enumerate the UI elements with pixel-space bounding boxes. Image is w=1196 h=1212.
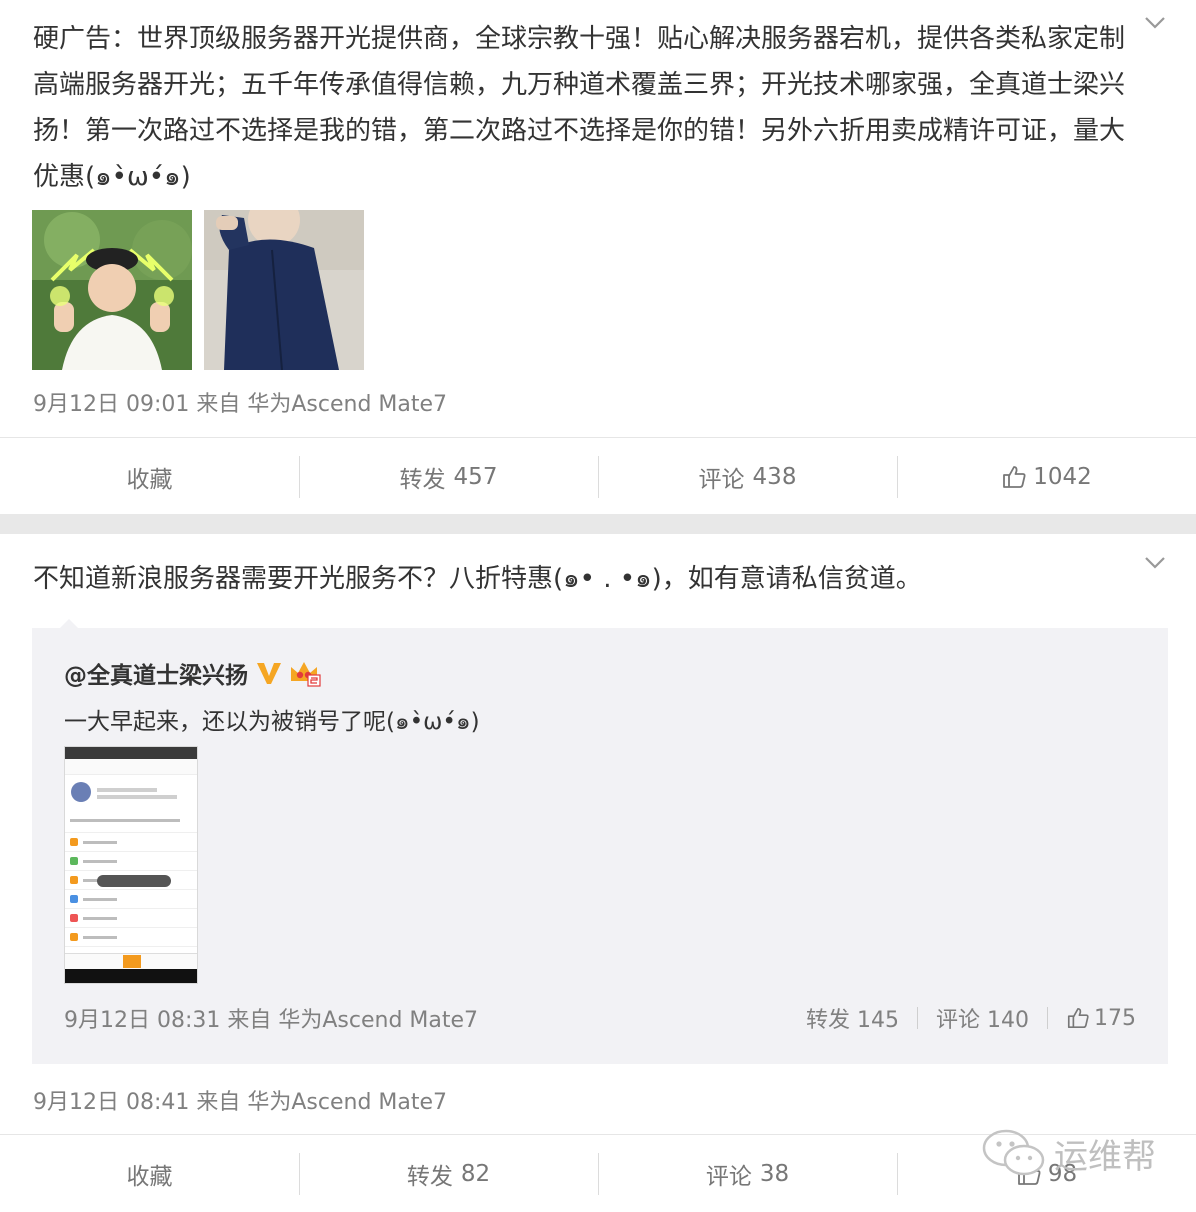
repost-phone-screenshot[interactable]: [64, 746, 198, 984]
comment-button[interactable]: 评论 38: [598, 1135, 897, 1212]
post-action-bar: 收藏 转发 457 评论 438 1042: [0, 437, 1196, 515]
watermark-text: 运维帮: [1054, 1136, 1156, 1177]
post-photo-taoist-lightning[interactable]: [32, 210, 192, 370]
repost-comment-label: 评论: [935, 1008, 980, 1033]
comment-count: 438: [752, 463, 797, 490]
thumbs-up-icon: [1003, 465, 1026, 488]
repost-like-link[interactable]: 175: [1066, 1006, 1136, 1031]
repost-label: 转发: [406, 1163, 453, 1190]
chevron-down-icon[interactable]: [1144, 556, 1166, 570]
comment-count: 38: [759, 1160, 790, 1187]
like-button[interactable]: 1042: [897, 438, 1196, 515]
repost-author-name: @全真道士梁兴扬: [64, 663, 248, 689]
post-timestamp-source: 9月12日 08:41 来自 华为Ascend Mate7: [33, 1090, 448, 1115]
wechat-watermark: 运维帮: [980, 1128, 1156, 1178]
post-text: 硬广告：世界顶级服务器开光提供商，全球宗教十强！贴心解决服务器宕机，提供各类私家…: [33, 24, 1126, 192]
repost-text: 一大早起来，还以为被销号了呢(๑•̀ω•́๑): [64, 709, 480, 735]
repost-comment-link[interactable]: 评论 140: [936, 1002, 1029, 1034]
comment-label: 评论: [705, 1163, 752, 1190]
post-timestamp-source: 9月12日 09:01 来自 华为Ascend Mate7: [33, 392, 448, 417]
repost-repost-label: 转发: [805, 1008, 850, 1033]
repost-button[interactable]: 转发 82: [299, 1135, 598, 1212]
repost-author[interactable]: @全真道士梁兴扬: [64, 656, 322, 690]
comment-label: 评论: [698, 466, 745, 493]
repost-count: 82: [460, 1160, 491, 1187]
repost-comment-count: 140: [987, 1008, 1029, 1033]
chevron-down-icon[interactable]: [1144, 16, 1166, 30]
repost-like-count: 175: [1094, 1005, 1136, 1031]
wechat-logo-icon: [982, 1129, 1045, 1176]
post-text: 不知道新浪服务器需要开光服务不？八折特惠(๑• . •๑)，如有意请私信贫道。: [33, 564, 922, 594]
like-count: 1042: [1033, 463, 1092, 490]
repost-timestamp-source: 9月12日 08:31 来自 华为Ascend Mate7: [64, 1008, 479, 1033]
favorite-label: 收藏: [126, 466, 173, 493]
reposted-weibo: @全真道士梁兴扬 一大早起来，还以为被销号了呢(๑•̀ω•́๑) 9月12日 0…: [32, 619, 1168, 1064]
comment-button[interactable]: 评论 438: [598, 438, 897, 515]
repost-repost-count: 145: [856, 1008, 899, 1033]
repost-button[interactable]: 转发 457: [299, 438, 598, 515]
verified-v-icon: [257, 663, 281, 684]
favorite-label: 收藏: [126, 1163, 173, 1190]
weibo-post-card: 硬广告：世界顶级服务器开光提供商，全球宗教十强！贴心解决服务器宕机，提供各类私家…: [0, 0, 1196, 514]
post-photo-taoist-robe[interactable]: [204, 210, 364, 370]
thumbs-up-icon: [1067, 1007, 1089, 1029]
favorite-button[interactable]: 收藏: [0, 438, 299, 515]
weibo-post-card: 不知道新浪服务器需要开光服务不？八折特惠(๑• . •๑)，如有意请私信贫道。 …: [0, 534, 1196, 1212]
member-crown-icon: [291, 662, 321, 687]
repost-label: 转发: [399, 466, 446, 493]
favorite-button[interactable]: 收藏: [0, 1135, 299, 1212]
repost-repost-link[interactable]: 转发 145: [806, 1002, 899, 1034]
repost-stats: 转发 145 评论 140 175: [806, 1002, 1136, 1034]
repost-count: 457: [453, 463, 498, 490]
